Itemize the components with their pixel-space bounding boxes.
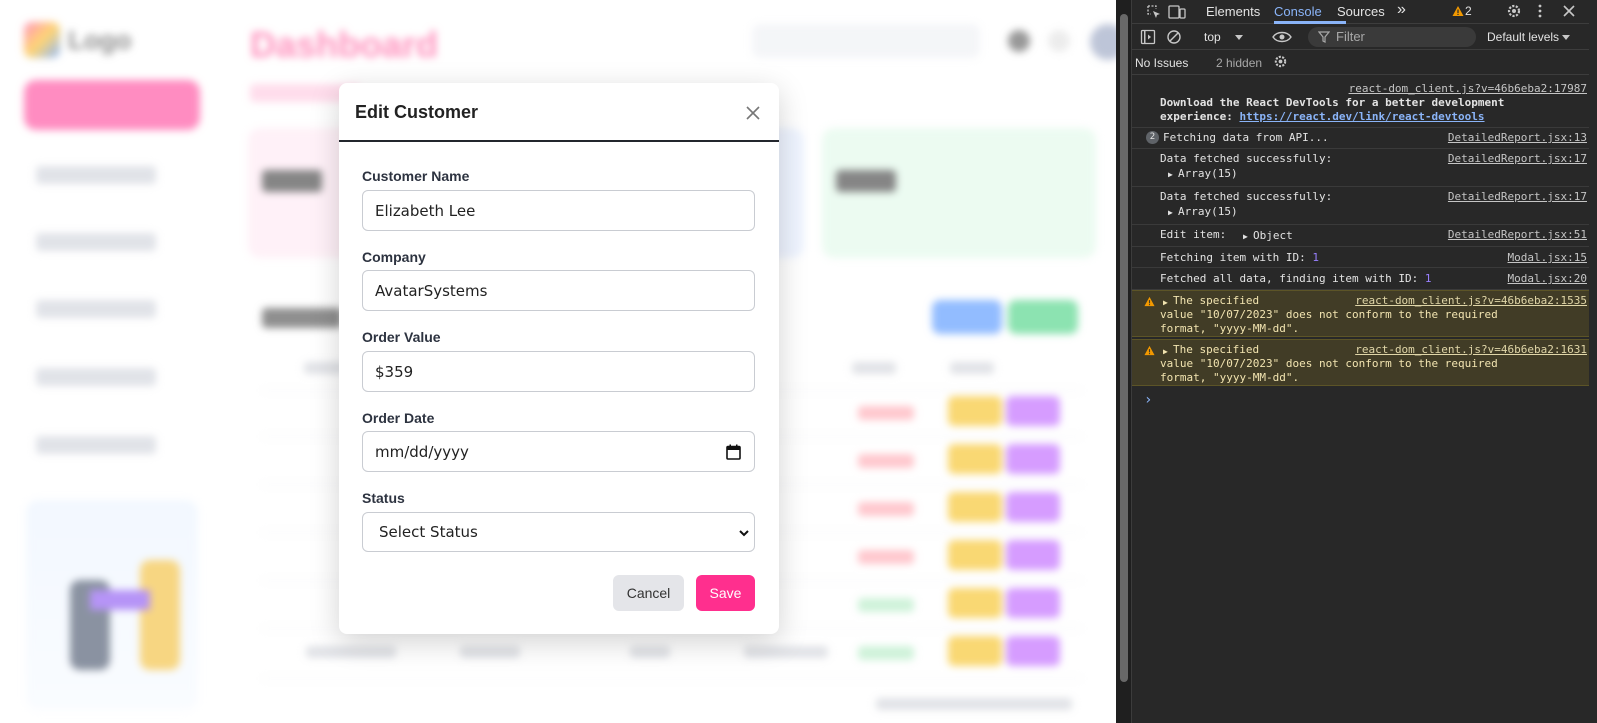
devtools-link[interactable]: https://react.dev/link/react-devtools (1239, 110, 1484, 123)
order-date-input[interactable]: mm/dd/yyyy (362, 431, 755, 472)
order-value-label: Order Value (362, 329, 441, 345)
warning-text: format, "yyyy-MM-dd". (1160, 371, 1300, 384)
console-prompt[interactable]: › (1144, 392, 1152, 408)
array-preview[interactable]: Array(15) (1178, 205, 1238, 219)
company-input[interactable]: AvatarSystems (362, 270, 755, 311)
warning-text: value "10/07/2023" does not conform to t… (1160, 308, 1498, 321)
context-dropdown-icon[interactable] (1234, 34, 1244, 42)
log-text: Download the React DevTools for a better… (1160, 96, 1505, 109)
warning-icon (1144, 296, 1155, 307)
devtools-panel: Elements Console Sources » 2 top Filter … (1116, 0, 1597, 723)
filter-input[interactable]: Filter (1308, 27, 1476, 47)
warning-icon[interactable] (1452, 5, 1464, 17)
customer-name-input[interactable]: Elizabeth Lee (362, 190, 755, 231)
log-levels-dropdown[interactable]: Default levels (1487, 30, 1559, 44)
company-value: AvatarSystems (375, 281, 488, 300)
repeat-count-badge: 2 (1146, 131, 1159, 144)
order-date-label: Order Date (362, 410, 435, 426)
warning-text: The specified (1173, 294, 1260, 307)
order-value-value: $359 (375, 362, 414, 381)
source-link[interactable]: react-dom_client.js?v=46b6eba2:1631 (1355, 343, 1587, 357)
sidebar-toggle-icon[interactable] (1140, 29, 1156, 45)
customer-name-label: Customer Name (362, 168, 470, 184)
issues-bar: No Issues 2 hidden (1132, 50, 1597, 75)
expand-arrow-icon[interactable]: ▶ (1168, 168, 1173, 182)
status-select[interactable]: Select Status (362, 512, 755, 552)
scrollbar-thumb[interactable] (1120, 14, 1128, 682)
tab-elements[interactable]: Elements (1206, 4, 1260, 19)
source-link[interactable]: Modal.jsx:20 (1508, 272, 1587, 286)
status-label: Status (362, 490, 405, 506)
chevron-down-icon (739, 530, 749, 537)
console-message: Data fetched successfully: DetailedRepor… (1132, 149, 1597, 187)
context-selector[interactable]: top (1204, 30, 1221, 44)
console-message: Data fetched successfully: DetailedRepor… (1132, 187, 1597, 225)
source-link[interactable]: DetailedReport.jsx:17 (1448, 152, 1587, 166)
source-link[interactable]: Modal.jsx:15 (1508, 251, 1587, 265)
clear-console-icon[interactable] (1166, 29, 1182, 45)
devtools-tabbar: Elements Console Sources » 2 (1132, 0, 1597, 24)
tab-console[interactable]: Console (1274, 4, 1322, 19)
console-scrollbar[interactable] (1589, 0, 1597, 723)
order-date-placeholder: mm/dd/yyyy (375, 442, 469, 461)
app-window: Logo Dashboard Edit Customer Customer Na… (0, 0, 1116, 723)
inspect-element-icon[interactable] (1146, 4, 1162, 20)
log-text: Fetching data from API... (1163, 131, 1329, 144)
filter-icon (1318, 31, 1330, 43)
log-text: experience: https://react.dev/link/react… (1160, 110, 1485, 123)
console-message: react-dom_client.js?v=46b6eba2:17987 Dow… (1132, 80, 1597, 128)
expand-arrow-icon[interactable]: ▶ (1243, 230, 1248, 244)
console-message: Edit item: ▶ Object DetailedReport.jsx:5… (1132, 225, 1597, 247)
status-selected-value: Select Status (379, 523, 478, 541)
log-text: Data fetched successfully: (1160, 152, 1333, 165)
eye-icon[interactable] (1272, 29, 1292, 45)
warning-text: value "10/07/2023" does not conform to t… (1160, 357, 1498, 370)
array-preview[interactable]: Array(15) (1178, 167, 1238, 181)
company-label: Company (362, 249, 426, 265)
warning-text: format, "yyyy-MM-dd". (1160, 322, 1300, 335)
console-warning: ▶ The specified react-dom_client.js?v=46… (1132, 290, 1597, 337)
expand-arrow-icon[interactable]: ▶ (1168, 206, 1173, 220)
modal-header: Edit Customer (339, 83, 779, 142)
console-warning: ▶ The specified react-dom_client.js?v=46… (1132, 339, 1597, 386)
source-link[interactable]: DetailedReport.jsx:13 (1448, 131, 1587, 145)
source-link[interactable]: react-dom_client.js?v=46b6eba2:17987 (1349, 82, 1587, 96)
tab-sources[interactable]: Sources (1337, 4, 1385, 19)
modal-title: Edit Customer (355, 102, 479, 122)
warning-count[interactable]: 2 (1465, 4, 1472, 18)
customer-name-value: Elizabeth Lee (375, 201, 476, 220)
kebab-menu-icon[interactable] (1536, 3, 1544, 19)
log-text: Edit item: (1160, 228, 1227, 241)
page-scrollbar[interactable] (1116, 0, 1132, 723)
save-button[interactable]: Save (696, 575, 755, 611)
filter-placeholder: Filter (1336, 29, 1365, 44)
log-text: Fetched all data, finding item with ID: … (1160, 272, 1432, 285)
source-link[interactable]: react-dom_client.js?v=46b6eba2:1535 (1355, 294, 1587, 308)
settings-gear-icon[interactable] (1506, 3, 1522, 19)
console-message: Fetching item with ID: 1 Modal.jsx:15 (1132, 247, 1597, 268)
calendar-icon[interactable] (726, 444, 741, 460)
close-icon[interactable] (741, 101, 765, 125)
source-link[interactable]: DetailedReport.jsx:17 (1448, 190, 1587, 204)
console-message: 2 Fetching data from API... DetailedRepo… (1132, 128, 1597, 149)
console-settings-icon[interactable] (1273, 54, 1288, 69)
cancel-button[interactable]: Cancel (613, 575, 684, 611)
hidden-count: 2 hidden (1216, 56, 1263, 70)
device-toolbar-icon[interactable] (1168, 4, 1186, 20)
console-toolbar: top Filter Default levels (1132, 24, 1597, 50)
log-text: Fetching item with ID: 1 (1160, 251, 1319, 264)
close-devtools-icon[interactable] (1562, 4, 1576, 18)
object-preview[interactable]: Object (1253, 229, 1293, 243)
edit-customer-modal: Edit Customer Customer Name Elizabeth Le… (339, 83, 779, 634)
more-tabs-icon[interactable]: » (1397, 1, 1406, 19)
source-link[interactable]: DetailedReport.jsx:51 (1448, 228, 1587, 242)
order-value-input[interactable]: $359 (362, 351, 755, 392)
warning-icon (1144, 345, 1155, 356)
issues-label[interactable]: No Issues (1135, 56, 1188, 70)
console-message: Fetched all data, finding item with ID: … (1132, 268, 1597, 290)
log-text: Data fetched successfully: (1160, 190, 1333, 203)
levels-dropdown-icon[interactable] (1561, 34, 1571, 42)
warning-text: The specified (1173, 343, 1260, 356)
